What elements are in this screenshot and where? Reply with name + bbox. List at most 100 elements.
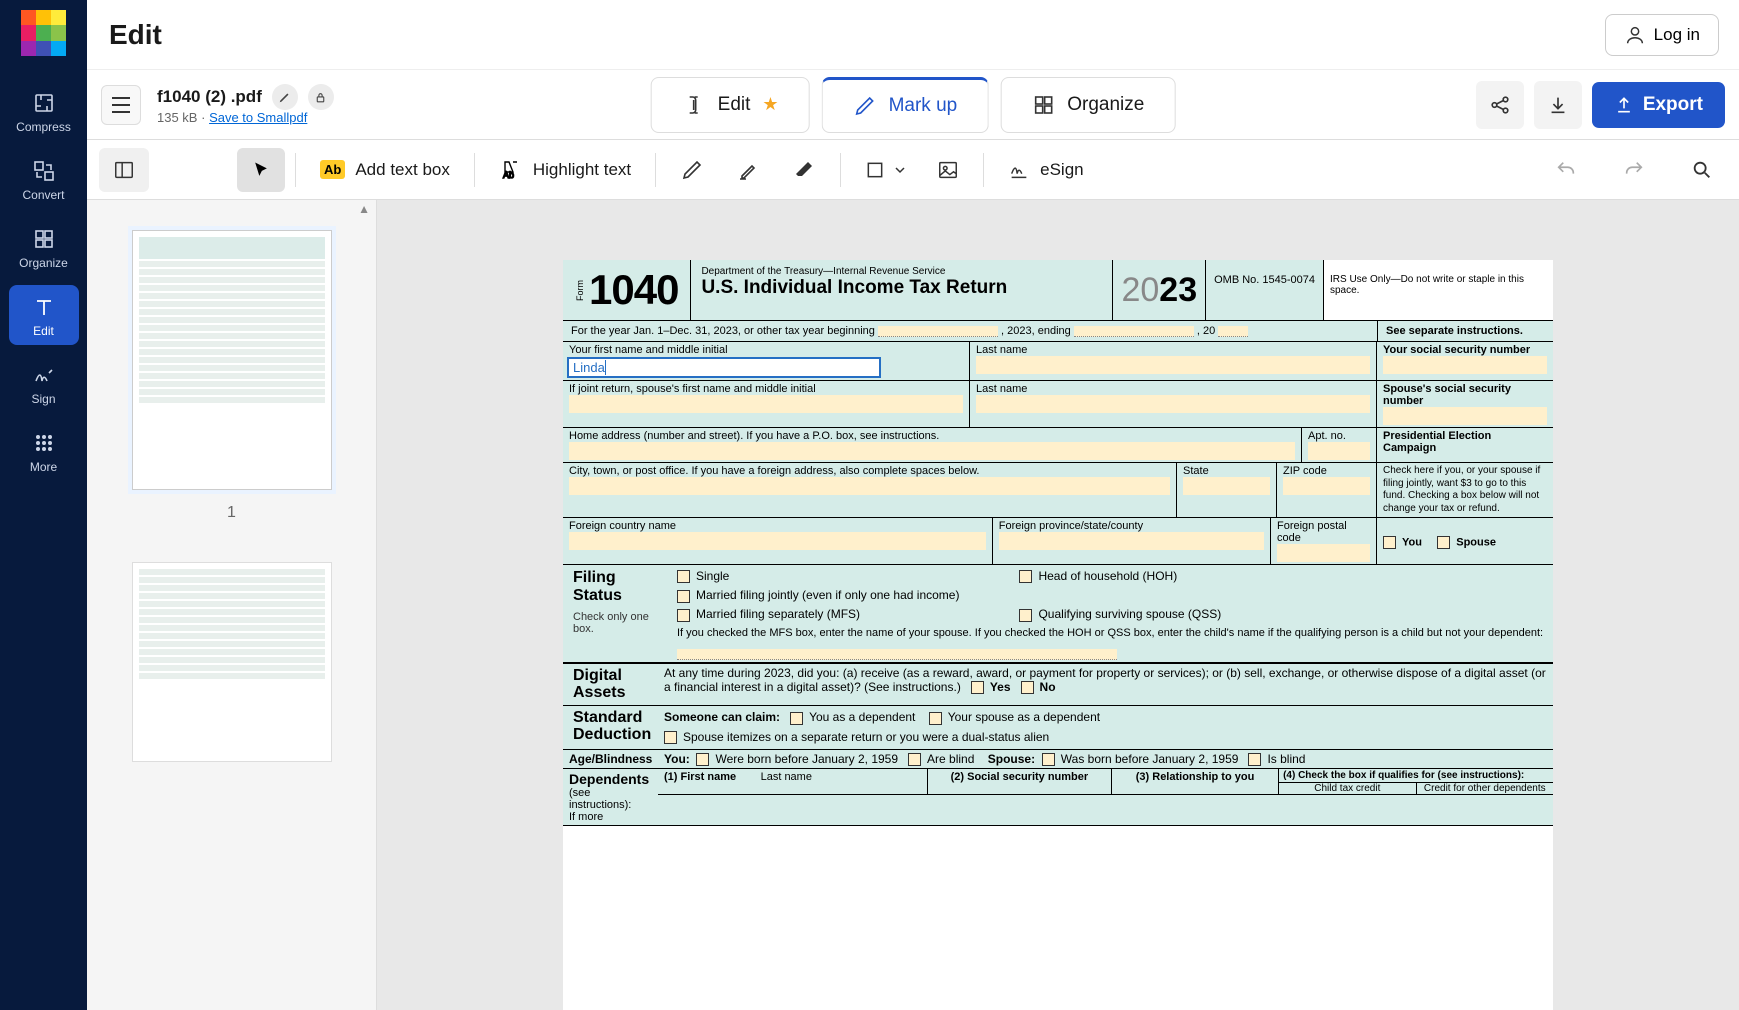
foreign-province-field[interactable] (999, 532, 1264, 550)
spouse-colon: Spouse: (988, 752, 1035, 766)
spouse-blind-checkbox[interactable] (1248, 753, 1261, 766)
pencil-icon (278, 90, 292, 104)
page-thumbnail-1[interactable] (132, 230, 332, 490)
fs-mfs-checkbox[interactable] (677, 609, 690, 622)
zip-field[interactable] (1283, 477, 1370, 495)
city-field[interactable] (569, 477, 1170, 495)
tab-edit[interactable]: Edit ★ (651, 77, 810, 133)
pdf-page: Form 1040 Department of the Treasury—Int… (563, 260, 1553, 1010)
spouse-ssn-label: Spouse's social security number (1383, 383, 1547, 407)
state-field[interactable] (1183, 477, 1270, 495)
spouse-last-label: Last name (976, 383, 1370, 395)
foreign-postal-field[interactable] (1277, 544, 1370, 562)
grid-icon (1031, 93, 1055, 117)
esign-tool[interactable]: eSign (994, 148, 1097, 192)
image-tool[interactable] (923, 148, 973, 192)
nav-compress[interactable]: Compress (9, 81, 79, 141)
tool-label: Add text box (355, 160, 450, 180)
fs-name-field[interactable] (677, 649, 1117, 660)
nav-edit[interactable]: Edit (9, 285, 79, 345)
tax-year-field3[interactable] (1218, 326, 1248, 337)
fs-single-label: Single (696, 569, 729, 583)
panel-toggle[interactable] (99, 148, 149, 192)
download-button[interactable] (1534, 81, 1582, 129)
pen-tool[interactable] (666, 148, 718, 192)
highlight-tool[interactable]: Ab Highlight text (485, 148, 645, 192)
nav-organize[interactable]: Organize (9, 217, 79, 277)
form-word: Form (575, 280, 585, 301)
shape-tool[interactable] (851, 148, 919, 192)
address-field[interactable] (569, 442, 1295, 460)
eraser-tool[interactable] (778, 148, 830, 192)
dep-col2: (2) Social security number (951, 771, 1089, 783)
square-icon (865, 160, 885, 180)
fs-mfs-label: Married filing separately (MFS) (696, 607, 860, 621)
apt-field[interactable] (1308, 442, 1370, 460)
digital-yes-checkbox[interactable] (971, 681, 984, 694)
login-button[interactable]: Log in (1605, 14, 1719, 56)
fs-single-checkbox[interactable] (677, 570, 690, 583)
foreign-province-label: Foreign province/state/county (999, 520, 1264, 532)
pec-you-checkbox[interactable] (1383, 536, 1396, 549)
fs-hoh-checkbox[interactable] (1019, 570, 1032, 583)
spouse-last-field[interactable] (976, 395, 1370, 413)
ssn-field[interactable] (1383, 356, 1547, 374)
save-link[interactable]: Save to Smallpdf (209, 110, 307, 125)
you-born-checkbox[interactable] (696, 753, 709, 766)
grid-icon (30, 225, 58, 253)
app-sidebar: Compress Convert Organize Edit Sign More (0, 0, 87, 1010)
spouse-born-checkbox[interactable] (1042, 753, 1055, 766)
add-text-tool[interactable]: Ab Add text box (306, 148, 464, 192)
state-label: State (1183, 465, 1270, 477)
foreign-country-label: Foreign country name (569, 520, 986, 532)
document-canvas[interactable]: Form 1040 Department of the Treasury—Int… (377, 200, 1739, 1010)
pec-spouse-checkbox[interactable] (1437, 536, 1450, 549)
spouse-dep-checkbox[interactable] (929, 712, 942, 725)
search-button[interactable] (1677, 148, 1727, 192)
spouse-ssn-field[interactable] (1383, 407, 1547, 425)
digital-no-checkbox[interactable] (1021, 681, 1034, 694)
fs-mfj-checkbox[interactable] (677, 590, 690, 603)
tool-label: Highlight text (533, 160, 631, 180)
thumbnail-panel[interactable]: ▲ 1 (87, 200, 377, 1010)
you-blind-checkbox[interactable] (908, 753, 921, 766)
spouse-dep-label: Your spouse as a dependent (948, 710, 1100, 724)
login-label: Log in (1654, 25, 1700, 45)
nav-sign[interactable]: Sign (9, 353, 79, 413)
export-button[interactable]: Export (1592, 82, 1725, 128)
tax-year-field[interactable] (878, 326, 998, 337)
redo-button[interactable] (1609, 148, 1659, 192)
tab-markup[interactable]: Mark up (822, 77, 989, 133)
last-name-field[interactable] (976, 356, 1370, 374)
file-meta: f1040 (2) .pdf 135 kB · Save to Smallpdf (157, 84, 334, 125)
form-number: 1040 (589, 266, 678, 314)
share-button[interactable] (1476, 81, 1524, 129)
svg-text:Ab: Ab (503, 170, 514, 180)
address-label: Home address (number and street). If you… (569, 430, 1295, 442)
page-thumbnail-2[interactable] (132, 562, 332, 762)
year-prefix: 20 (1121, 271, 1159, 310)
dep-col4: (4) Check the box if qualifies for (see … (1283, 770, 1524, 781)
redo-icon (1623, 159, 1645, 181)
rename-button[interactable] (272, 84, 298, 110)
itemize-checkbox[interactable] (664, 731, 677, 744)
fs-hoh-label: Head of household (HOH) (1038, 569, 1177, 583)
menu-button[interactable] (101, 85, 141, 125)
you-dep-checkbox[interactable] (790, 712, 803, 725)
spouse-first-field[interactable] (569, 395, 963, 413)
pointer-tool[interactable] (237, 148, 285, 192)
undo-button[interactable] (1541, 148, 1591, 192)
foreign-country-field[interactable] (569, 532, 986, 550)
tab-organize[interactable]: Organize (1000, 77, 1175, 133)
fs-qss-checkbox[interactable] (1019, 609, 1032, 622)
tax-year-field2[interactable] (1074, 326, 1194, 337)
user-icon (1624, 24, 1646, 46)
lock-button[interactable] (308, 84, 334, 110)
omb-number: OMB No. 1545-0074 (1205, 260, 1323, 320)
marker-tool[interactable] (722, 148, 774, 192)
nav-convert[interactable]: Convert (9, 149, 79, 209)
you-dep-label: You as a dependent (809, 710, 915, 724)
text-input-active[interactable]: Linda (567, 357, 881, 378)
undo-icon (1555, 159, 1577, 181)
nav-more[interactable]: More (9, 421, 79, 481)
